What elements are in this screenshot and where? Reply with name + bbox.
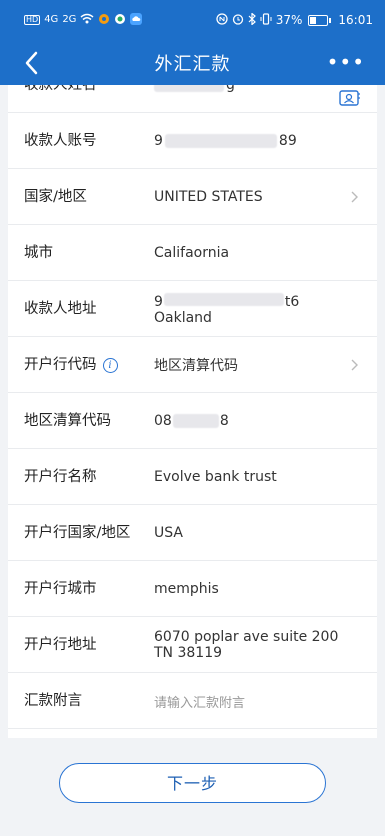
form-row-clearing-code[interactable]: 地区清算代码 08 8 [8,393,377,449]
payee-name-value: g [154,85,235,113]
battery-icon [308,14,332,26]
footer: 下一步 [0,738,385,836]
form-row-remark[interactable]: 汇款附言 请输入汇款附言 [8,673,377,729]
transfer-form: 收款人姓名 g 收款人账号 9 89 国家/地区 UNITED STATES 城… [8,85,377,738]
chevron-right-icon[interactable] [347,358,361,372]
chevron-right-icon[interactable] [347,190,361,204]
app-notification-icon-2 [114,13,126,28]
wifi-icon [80,13,94,27]
address-line-1: 9 t6 [154,292,300,310]
status-bar: HD 4G 2G 37% 16:01 [0,0,385,40]
contact-book-icon[interactable] [339,89,361,107]
country-label: 国家/地区 [24,189,87,205]
alarm-icon [232,13,244,28]
signal-icon: 4G [44,14,59,25]
bank-code-value: 地区清算代码 [154,358,238,374]
bank-address-value: 6070 poplar ave suite 200 TN 38119 [154,617,338,673]
account-value: 9 89 [154,133,297,149]
city-label: 城市 [24,245,53,261]
bank-name-label: 开户行名称 [24,469,97,485]
bank-address-label: 开户行地址 [24,637,97,653]
bluetooth-icon [248,11,256,28]
battery-percentage: 37% [275,13,303,27]
clock: 16:01 [338,13,373,27]
hd-icon: HD [24,15,41,25]
form-row-country[interactable]: 国家/地区 UNITED STATES [8,169,377,225]
country-value: UNITED STATES [154,189,263,205]
bank-code-label: 开户行代码 i [24,337,118,393]
redaction-mask [164,134,277,148]
clearing-code-label: 地区清算代码 [24,413,111,429]
nfc-icon [216,12,228,28]
account-label: 收款人账号 [24,133,97,149]
redaction-mask [154,85,224,92]
city-value: Califaornia [154,245,230,261]
address-value: 9 t6 Oakland [154,281,299,337]
next-step-button[interactable]: 下一步 [59,763,326,803]
bank-city-value: memphis [154,581,219,597]
bank-name-value: Evolve bank trust [154,469,277,485]
vibrate-icon [260,12,272,28]
bank-address-line-1: 6070 poplar ave suite 200 [154,629,339,645]
redaction-mask [172,414,219,428]
form-row-account[interactable]: 收款人账号 9 89 [8,113,377,169]
bank-address-line-2: TN 38119 [154,645,223,661]
form-row-payee-name[interactable]: 收款人姓名 g [8,85,377,113]
bank-country-label: 开户行国家/地区 [24,525,131,541]
cloud-icon [130,12,143,28]
status-right: 37% 16:01 [216,11,373,28]
remark-label: 汇款附言 [24,693,82,709]
status-left: HD 4G 2G [24,12,143,28]
form-row-bank-address[interactable]: 开户行地址 6070 poplar ave suite 200 TN 38119 [8,617,377,673]
form-row-bank-name[interactable]: 开户行名称 Evolve bank trust [8,449,377,505]
remark-input[interactable]: 请输入汇款附言 [154,673,245,729]
back-button[interactable] [16,48,46,78]
chevron-left-icon [25,51,38,75]
form-row-address[interactable]: 收款人地址 9 t6 Oakland [8,281,377,337]
payee-name-label: 收款人姓名 [24,85,97,93]
signal-icon-2: 2G [62,14,77,25]
form-row-bank-country[interactable]: 开户行国家/地区 USA [8,505,377,561]
form-row-bank-code[interactable]: 开户行代码 i 地区清算代码 [8,337,377,393]
bank-country-value: USA [154,525,183,541]
redaction-mask [163,292,284,306]
info-icon[interactable]: i [102,357,118,373]
address-line-2: Oakland [154,309,212,326]
form-row-city[interactable]: 城市 Califaornia [8,225,377,281]
clearing-code-value: 08 8 [154,413,229,429]
address-label: 收款人地址 [24,301,97,317]
nav-bar: 外汇汇款 ••• [0,40,385,85]
bank-city-label: 开户行城市 [24,581,97,597]
app-notification-icon [98,13,110,28]
more-menu-button[interactable]: ••• [327,52,365,72]
page-title: 外汇汇款 [154,53,231,75]
form-row-bank-city[interactable]: 开户行城市 memphis [8,561,377,617]
